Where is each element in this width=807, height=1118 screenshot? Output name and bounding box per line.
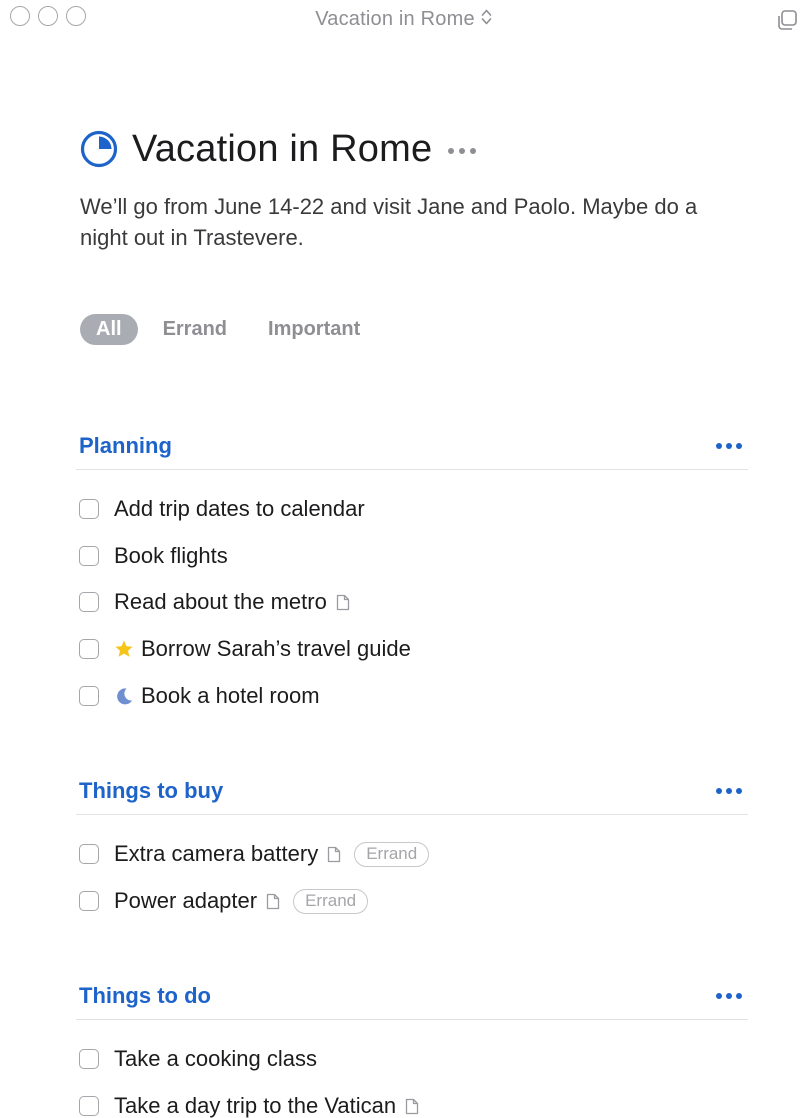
section-header: Planning (76, 430, 748, 470)
task-checkbox[interactable] (79, 592, 99, 612)
tag-filter-important[interactable]: Important (252, 314, 376, 345)
title-bar: Vacation in Rome (0, 0, 807, 40)
star-icon (115, 640, 133, 657)
task-row[interactable]: Extra camera battery Errand (79, 834, 430, 874)
task-title: Extra camera battery (114, 841, 319, 866)
task-title: Take a day trip to the Vatican (114, 1093, 397, 1118)
project-progress-icon (80, 130, 118, 168)
window-title-switcher[interactable]: Vacation in Rome (0, 8, 807, 31)
task-title: Borrow Sarah’s travel guide (141, 636, 411, 661)
project-title[interactable]: Vacation in Rome (132, 128, 432, 171)
tag-filter-errand[interactable]: Errand (147, 314, 243, 345)
task-title: Book flights (114, 543, 228, 568)
moon-icon (117, 688, 132, 705)
task-row[interactable]: Read about the metro (79, 582, 350, 622)
note-icon (336, 594, 349, 610)
window-title: Vacation in Rome (315, 8, 475, 30)
ellipsis-dot-icon (470, 148, 477, 154)
project-more-button[interactable] (448, 144, 477, 154)
section-title[interactable]: Planning (79, 433, 172, 459)
task-title: Add trip dates to calendar (114, 496, 365, 521)
ellipsis-dot-icon (448, 148, 455, 154)
task-row[interactable]: Power adapter Errand (79, 881, 369, 921)
note-icon (328, 846, 341, 862)
task-row[interactable]: Borrow Sarah’s travel guide (79, 629, 411, 669)
task-row[interactable]: Book a hotel room (79, 676, 320, 716)
project-notes[interactable]: We’ll go from June 14-22 and visit Jane … (80, 191, 740, 253)
project-header: Vacation in Rome (80, 126, 477, 172)
section-more-button[interactable] (716, 788, 742, 794)
task-title: Power adapter (114, 888, 258, 913)
task-row[interactable]: Take a cooking class (79, 1039, 317, 1079)
task-checkbox[interactable] (79, 1096, 99, 1116)
note-icon (266, 893, 280, 909)
task-row[interactable]: Take a day trip to the Vatican (79, 1086, 419, 1118)
task-title: Read about the metro (114, 589, 327, 614)
section-more-button[interactable] (716, 993, 742, 999)
task-checkbox[interactable] (79, 1049, 99, 1069)
note-icon (405, 1098, 419, 1114)
task-title: Take a cooking class (114, 1046, 317, 1071)
chevron-updown-icon (481, 9, 492, 25)
task-tag[interactable]: Errand (354, 841, 430, 867)
task-title: Book a hotel room (141, 683, 320, 708)
task-checkbox[interactable] (79, 844, 99, 864)
duplicate-window-icon[interactable] (775, 8, 799, 32)
section-title[interactable]: Things to do (79, 983, 211, 1009)
task-checkbox[interactable] (79, 686, 99, 706)
task-checkbox[interactable] (79, 499, 99, 519)
task-checkbox[interactable] (79, 891, 99, 911)
ellipsis-dot-icon (459, 148, 466, 154)
section-header: Things to buy (76, 775, 748, 815)
section-more-button[interactable] (716, 443, 742, 449)
task-row[interactable]: Add trip dates to calendar (79, 489, 365, 529)
task-tag[interactable]: Errand (293, 888, 369, 914)
task-row[interactable]: Book flights (79, 536, 228, 576)
app-window: Vacation in Rome Vacation in Rome We’ll … (0, 0, 807, 1118)
section-title[interactable]: Things to buy (79, 778, 223, 804)
tag-filter-all[interactable]: All (80, 314, 138, 345)
section-header: Things to do (76, 980, 748, 1020)
tag-filter-bar: All Errand Important (80, 314, 385, 345)
task-checkbox[interactable] (79, 546, 99, 566)
task-checkbox[interactable] (79, 639, 99, 659)
